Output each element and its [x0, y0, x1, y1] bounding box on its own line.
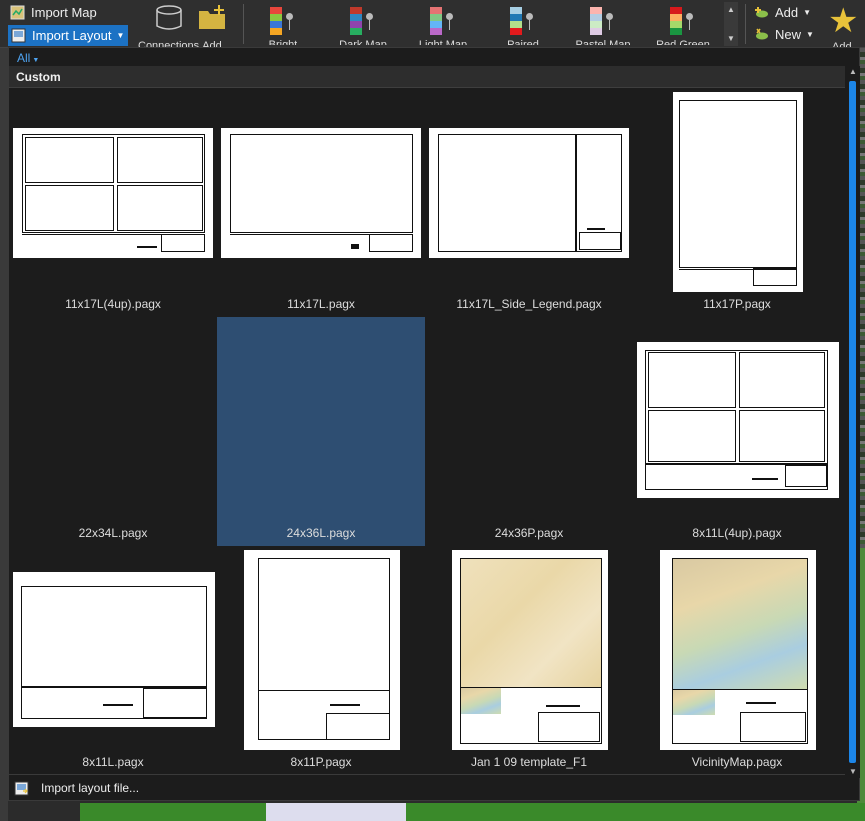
basemap-style-icon [668, 7, 698, 35]
layout-name: 8x11L(4up).pagx [692, 526, 782, 540]
left-pane-edge [0, 48, 8, 821]
layout-name: 8x11L.pagx [82, 755, 144, 769]
database-icon [155, 5, 182, 30]
layout-tile-selected[interactable]: 24x36L.pagx [217, 317, 425, 546]
layout-name: 22x34L.pagx [78, 526, 148, 540]
style-light-map-button[interactable]: Light Map [411, 7, 475, 45]
style-paired-button[interactable]: Paired [491, 7, 555, 45]
layout-tile[interactable]: 11x17L.pagx [217, 88, 425, 317]
style-bright-button[interactable]: Bright [251, 7, 315, 45]
layout-thumbnail [673, 92, 803, 292]
connections-button[interactable]: Connections [138, 3, 199, 49]
layout-tile[interactable]: 8x11L.pagx [9, 546, 217, 775]
style-label: Light Map [418, 39, 468, 45]
filter-label: All [17, 51, 31, 65]
layout-name: 11x17L(4up).pagx [65, 297, 161, 311]
import-layout-button[interactable]: Import Layout ▼ [8, 25, 129, 46]
new-item-icon [756, 28, 768, 40]
layout-thumbnail [13, 128, 213, 258]
section-header-custom: Custom [9, 66, 845, 88]
style-label: Dark Map [339, 39, 387, 45]
layout-tile[interactable]: Jan 1 09 template_F1 [425, 546, 633, 775]
map-view-bottom [80, 803, 865, 821]
import-map-icon [10, 5, 25, 20]
basemap-style-icon [508, 7, 538, 35]
scroll-up-icon[interactable]: ▲ [846, 66, 860, 78]
import-layout-file-icon [14, 781, 29, 795]
style-label: Red Green [656, 39, 710, 45]
import-map-button[interactable]: Import Map [10, 5, 97, 20]
new-dropdown-button[interactable]: New ▼ [754, 27, 814, 42]
add-folder-button[interactable]: Add [197, 3, 227, 49]
style-red-green-button[interactable]: Red Green [651, 7, 715, 45]
gallery-scroll-control[interactable]: ▲ ▼ [724, 2, 738, 46]
layout-name: 24x36L.pagx [286, 526, 356, 540]
style-dark-map-button[interactable]: Dark Map [331, 7, 395, 45]
ribbon-divider [243, 4, 244, 44]
scroll-down-icon[interactable]: ▼ [846, 766, 860, 778]
vertical-scrollbar[interactable]: ▲ ▼ [846, 66, 860, 778]
chevron-down-icon: ▼ [806, 30, 814, 39]
basemap-style-icon [268, 7, 298, 35]
layout-name: 11x17P.pagx [703, 297, 771, 311]
ribbon: Import Map Import Layout ▼ Connections A… [0, 0, 865, 49]
add-label: Add [775, 5, 799, 20]
add-dropdown-button[interactable]: Add ▼ [754, 5, 811, 20]
layout-name: VicinityMap.pagx [691, 755, 783, 769]
scrollbar-thumb[interactable] [849, 81, 856, 763]
layout-tile[interactable]: 11x17L(4up).pagx [9, 88, 217, 317]
layout-tile[interactable]: 11x17L_Side_Legend.pagx [425, 88, 633, 317]
layout-name: 11x17L.pagx [287, 297, 355, 311]
layout-name: 11x17L_Side_Legend.pagx [456, 297, 602, 311]
style-label: Pastel Map [575, 39, 631, 45]
layout-thumbnail [244, 550, 400, 750]
import-layout-file-button[interactable]: Import layout file... [9, 774, 845, 801]
import-map-label: Import Map [31, 5, 97, 20]
filter-dropdown[interactable]: All ▼ [17, 51, 39, 65]
style-label: Bright [268, 39, 298, 45]
basemap-style-icon [588, 7, 618, 35]
layout-tile[interactable]: VicinityMap.pagx [633, 546, 841, 775]
chevron-down-icon: ▼ [32, 57, 40, 64]
layout-tile[interactable]: 8x11P.pagx [217, 546, 425, 775]
basemap-style-icon [348, 7, 378, 35]
style-pastel-map-button[interactable]: Pastel Map [571, 7, 635, 45]
layout-thumbnail [221, 128, 421, 258]
import-layout-gallery: All ▼ Custom ▲ ▼ 11x17L(4up).pagx 11x17L.… [8, 47, 860, 801]
layout-thumbnail [452, 550, 608, 750]
layout-tile[interactable]: 8x11L(4up).pagx [633, 317, 841, 546]
new-label: New [775, 27, 802, 42]
add-data-icon [755, 7, 768, 18]
layout-thumbnail [660, 550, 816, 750]
chevron-down-icon: ▼ [803, 8, 812, 17]
layout-tile[interactable]: 22x34L.pagx [9, 317, 217, 546]
layout-thumbnail [637, 342, 839, 498]
import-layout-file-label: Import layout file... [41, 781, 140, 795]
layout-thumbnail [13, 572, 215, 727]
folder-add-icon [199, 5, 225, 29]
import-layout-label: Import Layout [32, 28, 112, 43]
ribbon-divider [745, 4, 746, 44]
layout-tile[interactable]: 11x17P.pagx [633, 88, 841, 317]
layout-name: Jan 1 09 template_F1 [470, 755, 588, 769]
layout-name: 8x11P.pagx [290, 755, 352, 769]
chevron-up-icon[interactable]: ▲ [727, 5, 735, 14]
import-layout-icon [11, 28, 26, 43]
layout-thumbnail [429, 128, 629, 258]
chevron-down-icon[interactable]: ▼ [727, 34, 735, 43]
basemap-style-icon [428, 7, 458, 35]
layout-name: 24x36P.pagx [494, 526, 564, 540]
layout-tile[interactable]: 24x36P.pagx [425, 317, 633, 546]
add-to-favorites-star-icon[interactable]: ★ [828, 4, 858, 38]
chevron-down-icon: ▼ [116, 31, 125, 40]
style-label: Paired [507, 39, 539, 45]
